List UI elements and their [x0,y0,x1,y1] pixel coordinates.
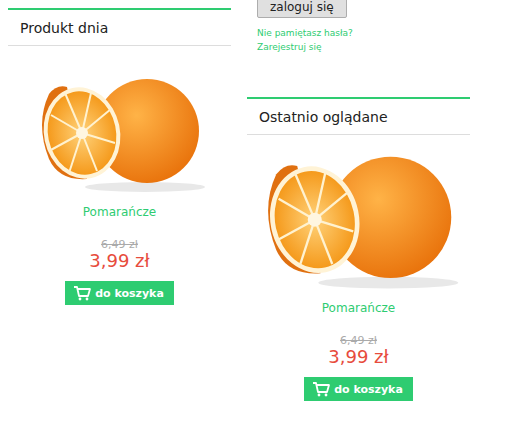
product-name[interactable]: Pomarańcze [83,204,156,221]
login-link[interactable]: Nie pamiętasz hasła? [257,26,353,40]
add-to-cart-button[interactable]: do koszyka [304,377,413,401]
login-links: Nie pamiętasz hasła?Zarejestruj się [257,26,353,54]
left-column: Produkt dnia Pomarańcze 6,49 zł3,99 zł do k… [8,0,231,401]
add-to-cart-button[interactable]: do koszyka [65,281,174,305]
old-price: 6,49 zł [101,239,138,251]
product-panel: Ostatnio oglądane Pomarańcze 6,49 zł3,99 z… [247,97,470,401]
price: 3,99 zł [89,251,149,271]
login-button[interactable]: zaloguj się [257,0,347,18]
cart-icon [312,381,330,397]
product-name[interactable]: Pomarańcze [322,300,395,317]
product-image[interactable] [27,69,212,195]
panel-header: Ostatnio oglądane [247,99,470,135]
login-link[interactable]: Zarejestruj się [257,40,353,54]
login-box: zaloguj się Nie pamiętasz hasła?Zarejestr… [247,0,470,54]
panel-title: Produkt dnia [20,20,108,36]
product-image[interactable] [247,145,470,292]
old-price: 6,49 zł [340,335,377,347]
panel-header: Produkt dnia [8,10,231,46]
product-panel: Produkt dnia Pomarańcze 6,49 zł3,99 zł do k… [8,8,231,305]
right-column: zaloguj się Nie pamiętasz hasła?Zarejestr… [247,0,470,401]
panel-title: Ostatnio oglądane [259,109,388,125]
button-label: do koszyka [334,383,403,396]
cart-icon [73,285,91,301]
price: 3,99 zł [328,347,388,367]
button-label: do koszyka [95,287,164,300]
